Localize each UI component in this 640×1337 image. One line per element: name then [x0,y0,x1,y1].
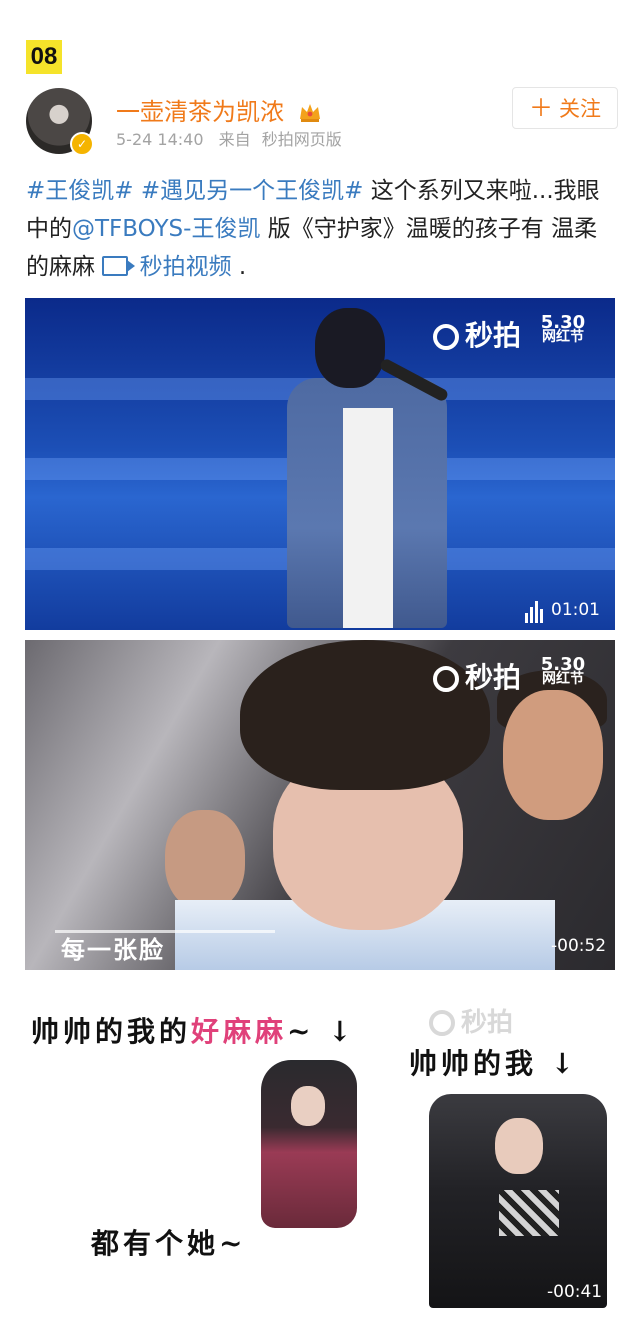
plus-icon: ＋ [529,94,553,122]
watermark: 秒拍 5.30 网红节 [433,314,585,354]
festival-date: 5.30 [540,312,586,333]
miaopai-logo-icon [433,324,459,350]
collage-text-line3: 都有个她~ [91,1227,247,1260]
video-link[interactable]: 秒拍视频 [102,254,232,280]
verified-badge-icon: ✓ [70,132,94,156]
video-link-label: 秒拍视频 [139,254,232,280]
hashtag-link[interactable]: #王俊凯# [26,178,134,204]
video-thumbnail-concert[interactable]: 秒拍 5.30 网红节 01:01 [25,298,615,630]
video-link-icon [102,256,136,276]
username[interactable]: 一壶清茶为凯浓 [116,98,284,126]
festival-date: 5.30 [540,654,586,675]
post-text: #王俊凯# #遇见另一个王俊凯# 这个系列又来啦...我眼中的@TFBOYS-王… [26,172,616,286]
video-caption: 每一张脸 [61,936,165,964]
follow-label: 关注 [559,97,601,121]
festival-badge: 5.30 网红节 [540,312,586,345]
photo-boy-face [495,1118,543,1174]
watermark: 秒拍 5.30 网红节 [433,656,585,696]
miaopai-logo-icon [433,666,459,692]
video-thumbnail-collage[interactable]: 秒拍 帅帅的我的好麻麻~ ↓ 帅帅的我 ↓ 都有个她~ -00:41 [25,990,615,1320]
collage-text-line1: 帅帅的我的好麻麻~ ↓ [31,1010,356,1050]
singer-shirt [343,408,393,628]
follow-button[interactable]: ＋关注 [512,87,618,129]
handwritten-arrow: ~ ↓ [287,1015,356,1048]
watermark-text: 秒拍 [465,661,522,694]
post-meta: 5-24 14:40 来自 秒拍网页版 [116,126,342,150]
background-man [503,690,603,820]
audio-bars-icon [525,601,545,623]
post-text-segment: . [231,254,247,280]
watermark-text: 秒拍 [465,319,522,352]
handwritten-text: 帅帅的我的 [31,1015,192,1048]
video-duration: -00:52 [551,936,607,956]
background-child [165,810,245,910]
watermark-text: 秒拍 [461,1008,514,1038]
video-duration: -00:41 [547,1282,603,1302]
post-header: 一壶清茶为凯浓 [116,92,322,127]
crown-icon [299,104,320,122]
watermark: 秒拍 [429,1002,513,1039]
video-thumbnail-closeup[interactable]: 秒拍 5.30 网红节 每一张脸 -00:52 [25,640,615,970]
mention-link[interactable]: @TFBOYS-王俊凯 [72,216,260,242]
festival-label: 网红节 [541,329,584,345]
hashtag-link[interactable]: #遇见另一个王俊凯# [141,178,364,204]
singer-head [315,308,385,388]
photo-mother-face [291,1086,325,1126]
post-time: 5-24 14:40 [116,130,204,149]
collage-text-line2: 帅帅的我 ↓ [409,1047,579,1080]
index-badge: 08 [26,40,62,74]
avatar[interactable]: ✓ [26,88,94,156]
post-source[interactable]: 秒拍网页版 [262,130,342,149]
festival-label: 网红节 [541,671,584,687]
photo-boy-shirt-print [499,1190,559,1236]
miaopai-logo-icon [429,1010,455,1036]
festival-badge: 5.30 网红节 [540,654,586,687]
handwritten-text-pink: 好麻麻 [191,1015,288,1048]
video-duration: 01:01 [525,600,600,623]
source-prefix: 来自 [218,130,251,149]
duration-text: 01:01 [551,600,600,620]
